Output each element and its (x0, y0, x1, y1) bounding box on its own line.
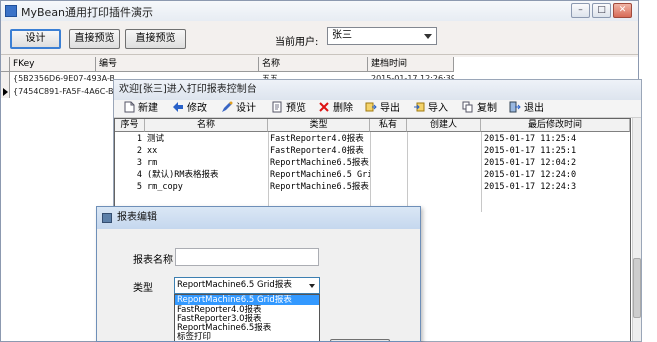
console-title[interactable]: 欢迎[张三]进入打印报表控制台 (114, 80, 641, 100)
import-icon (413, 101, 425, 113)
table-cell[interactable]: rm (147, 157, 267, 169)
minimize-button[interactable]: – (571, 3, 590, 18)
col-header-private[interactable]: 私有 (370, 119, 407, 132)
table-cell[interactable]: 3 (115, 157, 145, 169)
current-user-label: 当前用户: (275, 37, 319, 48)
table-cell[interactable]: FastReporter4.0报表 (270, 133, 370, 145)
table-cell[interactable]: 2015-01-17 12:04:2 (484, 157, 630, 169)
delete-button[interactable]: 删除 (318, 101, 353, 117)
table-cell[interactable]: 2015-01-17 12:24:3 (484, 181, 630, 193)
copy-icon (462, 101, 474, 113)
table-cell[interactable]: {5B2356D6-9E07-493A-B6B4-5091 (10, 72, 114, 85)
direct-preview-button-2[interactable]: 直接预览 (125, 29, 186, 49)
edit-label: 修改 (187, 103, 207, 114)
row-indicator (1, 85, 10, 98)
grid-header-name[interactable]: 名称 (259, 57, 368, 72)
new-button[interactable]: 新建 (123, 101, 158, 117)
report-type-label: 类型 (133, 283, 153, 294)
column-divider (407, 132, 408, 212)
delete-icon (318, 101, 330, 113)
preview-button[interactable]: 预览 (271, 101, 306, 117)
dialog-title-bar[interactable]: 报表编辑 (97, 207, 420, 229)
table-cell[interactable]: xx (147, 145, 267, 157)
table-cell[interactable]: ReportMachine6.5 Gri (270, 169, 370, 181)
col-header-type[interactable]: 类型 (268, 119, 370, 132)
maximize-button[interactable]: □ (592, 3, 611, 18)
design-icon (221, 101, 233, 113)
export-label: 导出 (380, 103, 400, 114)
table-cell[interactable]: (默认)RM表格报表 (147, 169, 267, 181)
table-cell[interactable]: ReportMachine6.5报表 (270, 157, 370, 169)
edit-icon (172, 101, 184, 113)
import-label: 导入 (428, 103, 448, 114)
col-header-modified[interactable]: 最后修改时间 (481, 119, 630, 132)
app-icon (5, 5, 17, 17)
column-divider (370, 132, 371, 212)
main-window-title: MyBean通用打印插件演示 (21, 6, 154, 19)
preview-label: 预览 (286, 103, 306, 114)
main-title-bar[interactable]: MyBean通用打印插件演示 – □ ✕ (1, 1, 638, 21)
column-divider (268, 132, 269, 212)
main-toolbar: 设计 直接预览 直接预览 当前用户: (1, 21, 638, 55)
grid-corner (1, 57, 10, 72)
preview-icon (271, 101, 283, 113)
design-button[interactable]: 设计 (10, 29, 61, 49)
exit-icon (509, 101, 521, 113)
table-cell[interactable]: 2015-01-17 11:25:1 (484, 145, 630, 157)
export-button[interactable]: 导出 (365, 101, 400, 117)
design-tool-button[interactable]: 设计 (221, 101, 256, 117)
report-type-dropdown-list: ReportMachine6.5 Grid报表 FastReporter4.0报… (174, 294, 320, 341)
design-tool-label: 设计 (236, 103, 256, 114)
table-cell[interactable]: {7454C891-FA5F-4A6C-B7E (10, 85, 114, 98)
table-cell[interactable]: 5 (115, 181, 145, 193)
current-user-value: 张三 (332, 30, 352, 41)
type-option[interactable]: 标签打印 (175, 332, 319, 341)
report-edit-dialog: 报表编辑 报表名称 类型 ReportMachine6.5 Grid报表 Rep… (96, 206, 421, 342)
table-cell[interactable]: 2015-01-17 11:25:4 (484, 133, 630, 145)
exit-button[interactable]: 退出 (509, 101, 544, 117)
col-header-no[interactable]: 序号 (115, 119, 145, 132)
table-cell[interactable]: 2015-01-17 12:24:0 (484, 169, 630, 181)
table-cell[interactable]: rm_copy (147, 181, 267, 193)
grid-header-code[interactable]: 编号 (96, 57, 259, 72)
dialog-icon (102, 213, 112, 223)
copy-button[interactable]: 复制 (462, 101, 497, 117)
report-name-label: 报表名称 (133, 255, 173, 266)
col-header-creator[interactable]: 创建人 (407, 119, 481, 132)
close-button[interactable]: ✕ (613, 3, 632, 18)
type-option[interactable]: ReportMachine6.5 Grid报表 (175, 295, 319, 305)
report-type-value: ReportMachine6.5 Grid报表 (177, 280, 292, 290)
report-name-input[interactable] (175, 248, 319, 266)
grid-header-fkey[interactable]: FKey (10, 57, 96, 72)
chevron-down-icon (424, 34, 432, 39)
table-cell[interactable]: 4 (115, 169, 145, 181)
col-header-name[interactable]: 名称 (145, 119, 268, 132)
direct-preview-button-1[interactable]: 直接预览 (69, 29, 120, 49)
export-icon (365, 101, 377, 113)
current-user-select[interactable]: 张三 (327, 27, 437, 45)
console-toolbar: 新建 修改 设计 预览 删除 导出 导入 复制 退出 (114, 100, 641, 118)
copy-label: 复制 (477, 103, 497, 114)
chevron-down-icon (309, 284, 315, 288)
table-cell[interactable]: ReportMachine6.5报表 (270, 181, 370, 193)
table-cell[interactable]: 测试 (147, 133, 267, 145)
import-button[interactable]: 导入 (413, 101, 448, 117)
edit-button[interactable]: 修改 (172, 101, 207, 117)
new-label: 新建 (138, 103, 158, 114)
delete-label: 删除 (333, 103, 353, 114)
table-cell[interactable]: 1 (115, 133, 145, 145)
new-icon (123, 101, 135, 113)
grid-header-time[interactable]: 建档时间 (368, 57, 454, 72)
scrollbar-thumb[interactable] (633, 258, 641, 318)
row-indicator (1, 72, 10, 85)
table-cell[interactable]: FastReporter4.0报表 (270, 145, 370, 157)
exit-label: 退出 (524, 103, 544, 114)
dialog-title: 报表编辑 (117, 212, 157, 223)
report-type-select[interactable]: ReportMachine6.5 Grid报表 (174, 277, 320, 294)
current-row-arrow-icon (3, 88, 8, 96)
column-divider (481, 132, 482, 212)
table-cell[interactable]: 2 (115, 145, 145, 157)
